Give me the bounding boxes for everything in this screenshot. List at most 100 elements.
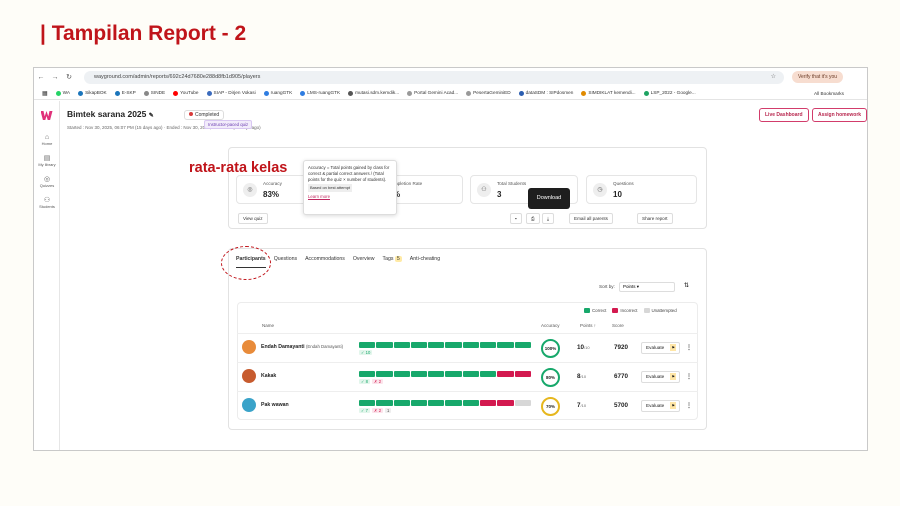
tab-tags[interactable]: Tags 5 [382,256,402,268]
legend-incorrect: Incorrect [612,308,638,314]
answer-bar [359,371,531,377]
points-value: 8/10 [577,373,587,380]
sidebar-item-quizzes[interactable]: ◎ Quizzes [34,175,60,188]
quiz-icon: ◎ [43,176,51,183]
evaluate-button[interactable]: Evaluate ⚑ [641,400,680,412]
answer-counts: ✓ 8 ✗ 2 [359,379,384,384]
unattempted-count: 1 [385,408,392,413]
tab-accommodations[interactable]: Accommodations [305,256,345,268]
evaluate-button[interactable]: Evaluate ⚑ [641,371,680,383]
status-badge: Completed [184,110,225,120]
table-row[interactable]: Endah Damayanti (Endah Damayanti) ✓ 10 100… [237,333,698,361]
sort-label: Sort by: [599,284,615,289]
legend-unattempted: Unattempted [643,308,677,314]
table-row[interactable]: Pak wawan ✓ 7 ✗ 2 1 70% 7/10 5700 Evaluate ⚑ ⋮ [237,391,698,419]
correct-count: ✓ 10 [359,350,373,355]
forward-icon[interactable]: → [48,74,62,81]
more-options-icon[interactable]: ⋮ [686,344,692,351]
bookmark-item[interactable]: ruangGTK [263,90,292,96]
correct-segment [428,400,445,406]
slide-title: | Tampilan Report - 2 [40,22,247,45]
correct-segment [359,400,376,406]
tab-overview[interactable]: Overview [353,256,375,268]
correct-segment [376,371,393,377]
score-value: 7920 [614,344,629,351]
questions-stat: ◷ Questions 10 [586,175,697,204]
incorrect-segment [480,400,497,406]
students-icon: ⚇ [477,183,491,197]
col-accuracy: Accuracy [541,323,560,328]
verify-identity-button[interactable]: Verify that it's you [792,71,844,83]
participant-name[interactable]: Kakak [261,373,276,379]
app-sidebar: ⌂ Home ▤ My library ◎ Quizzes ⚇ Students [34,101,60,450]
bookmark-item[interactable]: SIAP - Dirjen Vokasi [206,90,256,96]
share-report-button[interactable]: Share report [637,213,673,224]
bookmark-item[interactable]: dataSDM : SIPdosmen [518,90,573,96]
annotation-circle [221,246,271,280]
live-dashboard-button[interactable]: Live Dashboard [759,108,809,122]
tab-questions[interactable]: Questions [274,256,297,268]
score-value: 6770 [614,373,629,380]
sort-order-icon[interactable]: ⇅ [684,282,689,289]
evaluate-button[interactable]: Evaluate ⚑ [641,342,680,354]
answer-bar [359,342,531,348]
col-score: Score [612,323,624,328]
bookmark-item[interactable]: SINDE [143,90,165,96]
page-title: Bimtek sarana 2025 ✎ [67,109,154,119]
bookmark-item[interactable]: SIMDIKLAT kemendi... [581,90,636,96]
correct-segment [410,371,428,377]
table-row[interactable]: Kakak ✓ 8 ✗ 2 80% 8/10 6770 Evaluate ⚑ ⋮ [237,362,698,390]
bookmark-item[interactable]: LSP_2022 - Google... [643,90,696,96]
download-icon[interactable]: ⤓ [542,213,555,224]
reload-icon[interactable]: ↻ [62,73,76,81]
participant-name[interactable]: Endah Damayanti (Endah Damayanti) [261,344,343,350]
star-icon[interactable]: ☆ [771,71,776,84]
correct-segment [359,371,376,377]
clock-icon: ◷ [593,183,607,197]
bookmark-item[interactable]: LMS-ruangGTK [300,90,340,96]
bookmark-item[interactable]: mutasi.sdm.kemdik... [348,90,399,96]
students-icon: ⚇ [43,197,51,204]
avatar [242,398,256,412]
sort-select[interactable]: Points ▾ [619,282,675,292]
bookmark-item[interactable]: YouTube [173,90,199,96]
view-quiz-button[interactable]: View quiz [238,213,268,224]
sidebar-item-students[interactable]: ⚇ Students [34,196,60,209]
more-options-icon[interactable]: ⋮ [686,402,692,409]
learn-more-link[interactable]: Learn more [308,194,392,200]
address-bar[interactable]: wayground.com/admin/reports/692c24d7680e… [84,71,784,84]
unattempted-segment [514,400,531,406]
email-parents-button[interactable]: Email all parents [569,213,613,224]
tag-icon: ⚑ [670,344,676,351]
col-points[interactable]: Points ↑ [580,323,596,328]
incorrect-segment [497,400,514,406]
tab-anti-cheating[interactable]: Anti-cheating [410,256,440,268]
bookmark-item[interactable]: PesertaGeminiED [466,90,511,96]
correct-count: ✓ 8 [359,379,371,384]
correct-segment [393,371,410,377]
more-options-icon[interactable]: ⋮ [686,373,692,380]
bookmark-item[interactable]: Portal Gemini Acad... [407,90,458,96]
library-icon: ▤ [43,155,51,162]
bookmark-item[interactable]: SikapBOK [78,90,107,96]
print-icon[interactable]: ⎙ [526,213,540,224]
correct-segment [462,342,480,348]
correct-segment [376,342,393,348]
apps-icon[interactable]: ▦ [42,90,48,97]
bookmark-item[interactable]: E-SKP [114,90,136,96]
bookmark-item[interactable]: WA [55,90,70,96]
assign-homework-button[interactable]: Assign homework [812,108,867,122]
target-icon: ◎ [243,183,257,197]
edit-icon[interactable]: ✎ [149,113,154,119]
delete-icon[interactable]: ▪ [510,213,522,224]
all-bookmarks[interactable]: All Bookmarks [814,91,844,96]
participant-name[interactable]: Pak wawan [261,402,289,408]
sidebar-item-home[interactable]: ⌂ Home [34,134,60,146]
legend: Correct Incorrect Unattempted [584,308,677,314]
tag-icon: ⚑ [670,373,676,380]
correct-segment [428,371,445,377]
annotation-label: rata-rata kelas [189,160,288,176]
sidebar-item-library[interactable]: ▤ My library [34,154,60,167]
back-icon[interactable]: ← [34,74,48,81]
avatar [242,369,256,383]
